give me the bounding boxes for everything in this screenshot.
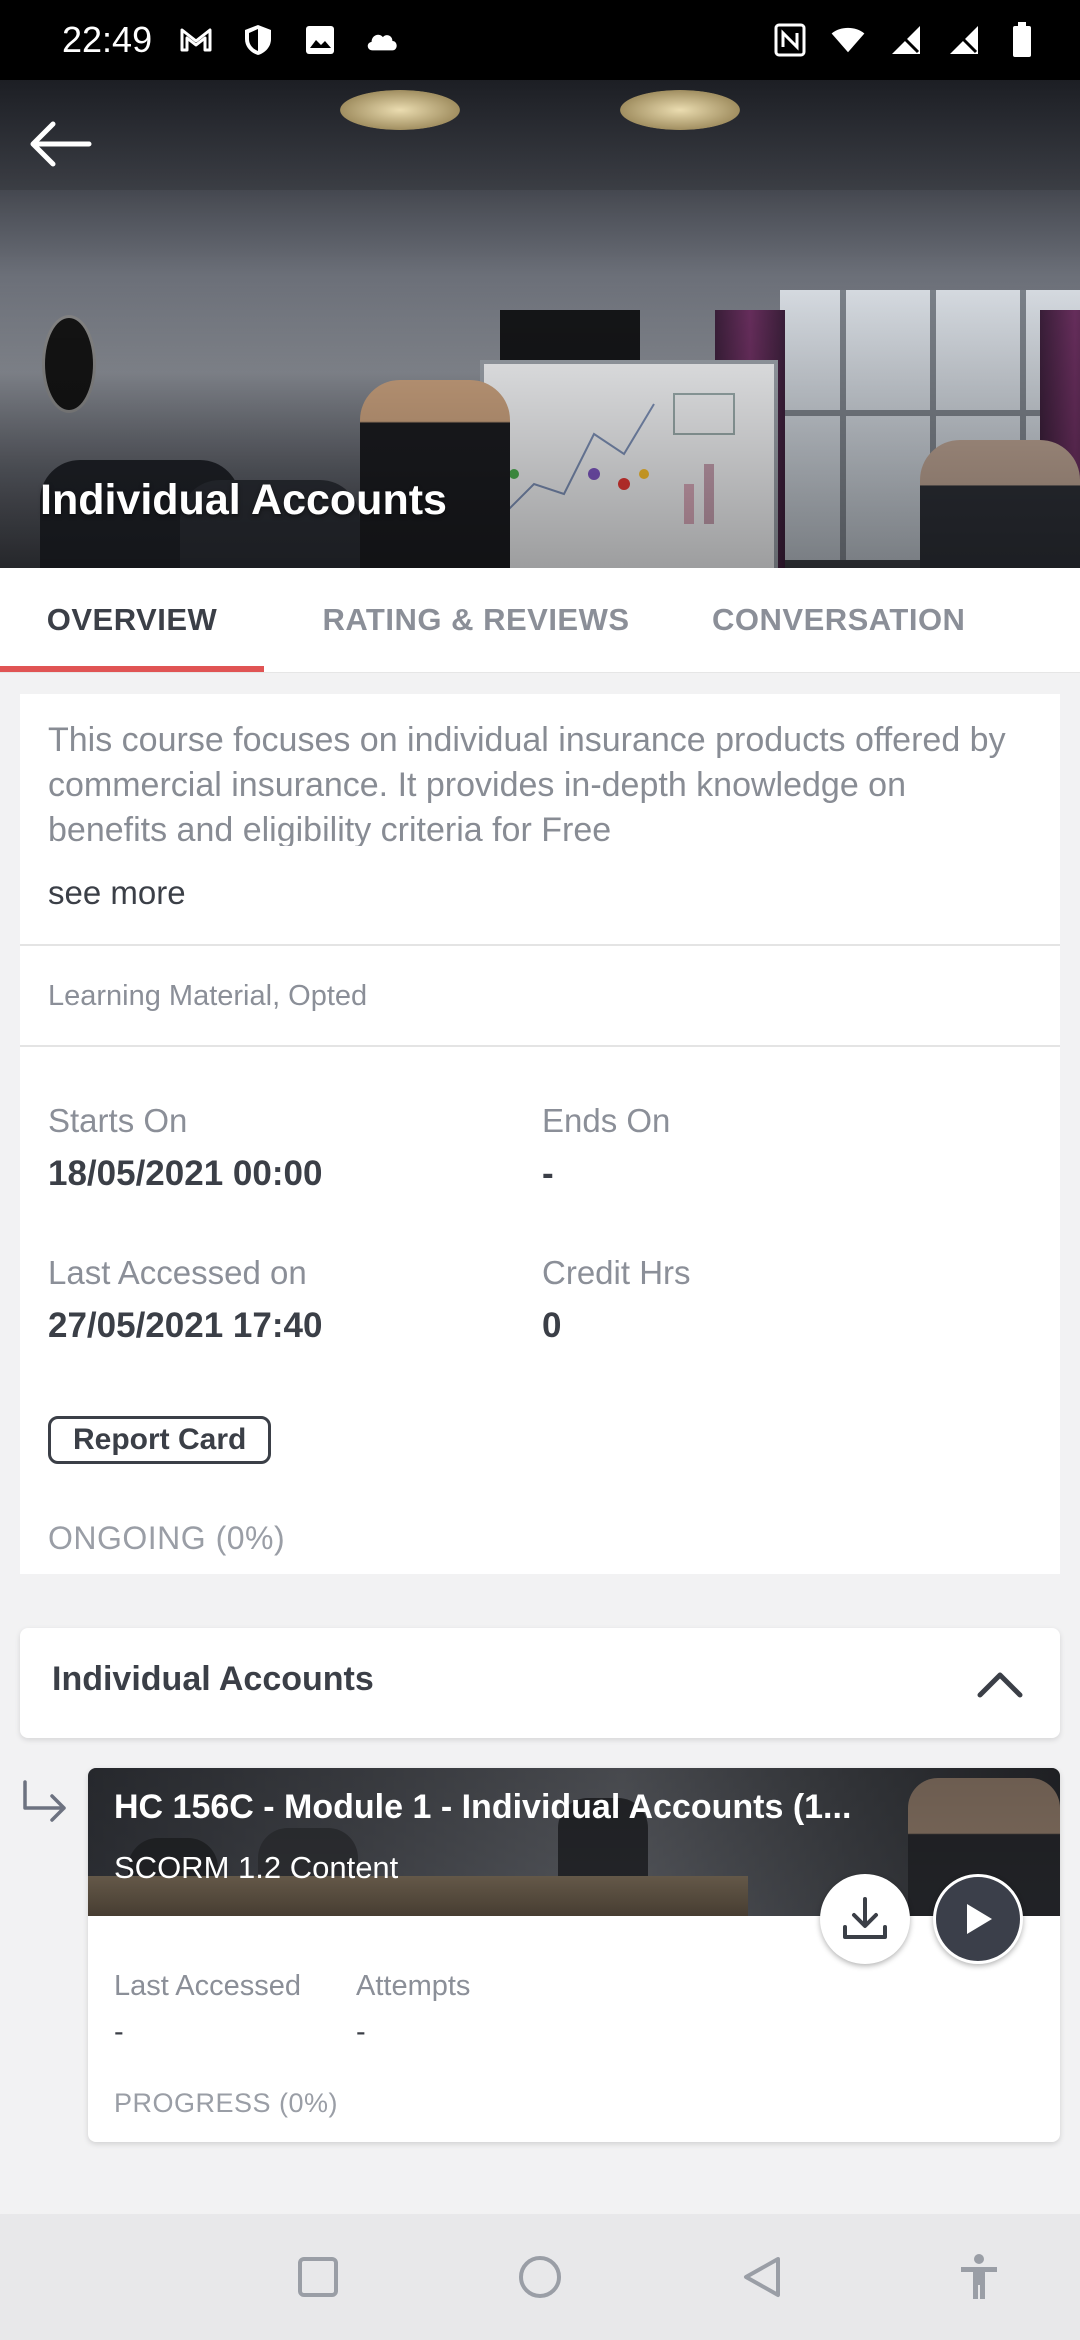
course-status: ONGOING (0%) — [48, 1520, 286, 1556]
recents-button[interactable] — [293, 2252, 343, 2302]
home-icon — [519, 2256, 561, 2298]
tab-conversation[interactable]: CONVERSATION — [712, 568, 1012, 672]
starts-on-value: 18/05/2021 00:00 — [48, 1154, 323, 1193]
content-type: SCORM 1.2 Content — [114, 1850, 399, 1885]
subdirectory-arrow-icon — [20, 1780, 70, 1824]
no-signal-icon — [888, 22, 924, 58]
content-last-accessed-value: - — [114, 2016, 124, 2048]
module-title: Individual Accounts — [52, 1660, 374, 1698]
play-button[interactable] — [933, 1874, 1023, 1964]
status-bar: 22:49 — [0, 0, 1080, 80]
shield-icon — [240, 22, 276, 58]
divider — [20, 1045, 1060, 1047]
ends-on-value: - — [542, 1154, 554, 1193]
image-icon — [302, 22, 338, 58]
accessibility-icon — [961, 2254, 997, 2299]
course-tags: Learning Material, Opted — [48, 980, 368, 1012]
tab-rating-reviews[interactable]: RATING & REVIEWS — [286, 568, 666, 672]
cloud-icon — [364, 22, 400, 58]
ends-on-label: Ends On — [542, 1102, 671, 1139]
wifi-icon — [830, 22, 866, 58]
content-attempts-label: Attempts — [356, 1970, 471, 2002]
tab-overview[interactable]: OVERVIEW — [0, 568, 264, 672]
last-accessed-label: Last Accessed on — [48, 1254, 307, 1291]
play-icon — [967, 1904, 992, 1934]
recents-icon — [298, 2257, 338, 2297]
credit-hrs-label: Credit Hrs — [542, 1254, 691, 1291]
collapse-button[interactable] — [974, 1658, 1026, 1710]
back-nav-button[interactable] — [737, 2252, 787, 2302]
report-card-button[interactable]: Report Card — [48, 1416, 272, 1464]
accessibility-button[interactable] — [954, 2252, 1004, 2302]
content-attempts-value: - — [356, 2016, 366, 2048]
content-title: HC 156C - Module 1 - Individual Accounts… — [114, 1788, 852, 1826]
module-header[interactable]: Individual Accounts — [20, 1628, 1060, 1738]
content-card[interactable]: HC 156C - Module 1 - Individual Accounts… — [88, 1768, 1060, 2142]
download-icon — [843, 1897, 887, 1939]
back-icon — [744, 2257, 780, 2297]
content-thumbnail: HC 156C - Module 1 - Individual Accounts… — [88, 1768, 1060, 1916]
last-accessed-value: 27/05/2021 17:40 — [48, 1306, 323, 1345]
chevron-up-icon — [977, 1672, 1023, 1698]
system-nav-bar — [0, 2214, 1080, 2340]
status-time: 22:49 — [62, 19, 153, 60]
back-arrow-icon — [30, 121, 92, 167]
content-last-accessed-label: Last Accessed — [114, 1970, 301, 2002]
tab-bar: OVERVIEW RATING & REVIEWS CONVERSATION — [0, 568, 1080, 673]
battery-icon — [1004, 22, 1040, 58]
credit-hrs-value: 0 — [542, 1306, 562, 1345]
divider — [20, 944, 1060, 946]
course-banner: Individual Accounts — [0, 80, 1080, 568]
see-more-link[interactable]: see more — [48, 874, 186, 912]
course-title: Individual Accounts — [40, 476, 447, 524]
gmail-icon — [178, 22, 214, 58]
starts-on-label: Starts On — [48, 1102, 188, 1139]
nfc-icon — [772, 22, 808, 58]
home-button[interactable] — [515, 2252, 565, 2302]
no-signal-icon — [946, 22, 982, 58]
content-progress: PROGRESS (0%) — [114, 2088, 339, 2118]
download-button[interactable] — [820, 1874, 910, 1964]
back-button[interactable] — [24, 108, 96, 180]
course-description: This course focuses on individual insura… — [48, 721, 1006, 846]
